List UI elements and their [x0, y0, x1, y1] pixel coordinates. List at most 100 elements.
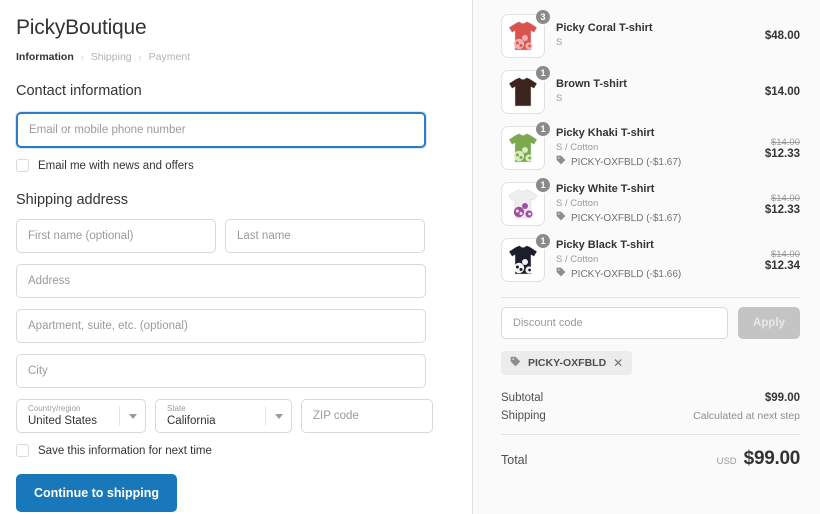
continue-to-shipping-button[interactable]: Continue to shipping	[16, 474, 177, 512]
item-name: Picky Black T-shirt	[556, 238, 757, 253]
item-variant: S	[556, 92, 757, 106]
checkout-form-column: PickyBoutique Information › Shipping › P…	[0, 0, 472, 514]
country-select-value: United States	[28, 415, 97, 427]
order-item-row: 1 Brown T-shirt S $14.00	[501, 64, 800, 120]
item-info: Picky White T-shirt S / Cotton PICKY-OXF…	[545, 182, 757, 226]
item-discount: PICKY-OXFBLD (-$1.66)	[556, 267, 757, 282]
item-discount: PICKY-OXFBLD (-$1.67)	[556, 211, 757, 226]
remove-discount-icon[interactable]: ✕	[613, 356, 623, 370]
divider	[501, 434, 800, 435]
page-title: PickyBoutique	[16, 16, 456, 40]
subtotal-row: Subtotal $99.00	[501, 389, 800, 407]
item-prices: $14.00 $12.33	[757, 193, 800, 216]
shipping-address-heading: Shipping address	[16, 192, 456, 208]
item-quantity-badge: 1	[535, 121, 551, 137]
order-items-list: 3 Picky Coral T-shirt S $48.00 1 Brown T…	[501, 8, 800, 288]
item-prices: $14.00 $12.34	[757, 249, 800, 272]
newsletter-checkbox[interactable]	[16, 159, 29, 172]
item-discounted-price: $12.34	[765, 260, 800, 272]
city-placeholder: City	[28, 365, 48, 377]
apartment-field[interactable]: Apartment, suite, etc. (optional)	[16, 309, 426, 343]
email-field-placeholder: Email or mobile phone number	[29, 124, 186, 136]
applied-discount-code: PICKY-OXFBLD	[528, 357, 606, 369]
item-variant: S / Cotton	[556, 141, 757, 155]
order-item-row: 3 Picky Coral T-shirt S $48.00	[501, 8, 800, 64]
checkout-page: PickyBoutique Information › Shipping › P…	[0, 0, 820, 514]
breadcrumb-item-shipping[interactable]: Shipping	[91, 51, 132, 63]
item-variant: S / Cotton	[556, 253, 757, 267]
item-price: $14.00	[765, 86, 800, 98]
save-info-checkbox[interactable]	[16, 444, 29, 457]
item-original-price: $14.00	[765, 249, 800, 260]
contact-information-heading: Contact information	[16, 83, 456, 99]
subtotal-value: $99.00	[765, 392, 800, 404]
item-name: Picky White T-shirt	[556, 182, 757, 197]
item-thumbnail-wrap: 1	[501, 70, 545, 114]
item-original-price: $14.00	[765, 137, 800, 148]
item-discount-text: PICKY-OXFBLD (-$1.66)	[571, 267, 681, 282]
country-select-label: Country/region	[28, 405, 97, 413]
state-select-value: California	[167, 415, 216, 427]
item-thumbnail-wrap: 1	[501, 238, 545, 282]
item-quantity-badge: 1	[535, 65, 551, 81]
zip-code-placeholder: ZIP code	[313, 410, 359, 422]
chevron-right-icon: ›	[81, 52, 84, 62]
zip-code-field[interactable]: ZIP code	[301, 399, 433, 433]
apply-discount-button[interactable]: Apply	[738, 307, 800, 339]
breadcrumb-item-information[interactable]: Information	[16, 51, 74, 63]
item-discounted-price: $12.33	[765, 148, 800, 160]
address-placeholder: Address	[28, 275, 70, 287]
total-value: $99.00	[744, 448, 800, 470]
state-select-label: State	[167, 405, 216, 413]
apartment-placeholder: Apartment, suite, etc. (optional)	[28, 320, 188, 332]
newsletter-checkbox-row[interactable]: Email me with news and offers	[16, 159, 456, 172]
item-prices: $48.00	[757, 30, 800, 42]
item-discount-text: PICKY-OXFBLD (-$1.67)	[571, 155, 681, 170]
item-info: Brown T-shirt S	[545, 77, 757, 106]
order-item-row: 1 Picky Black T-shirt S / Cotton PICKY-O…	[501, 232, 800, 288]
discount-code-input[interactable]: Discount code	[501, 307, 728, 339]
tag-icon	[510, 356, 521, 370]
last-name-field[interactable]: Last name	[225, 219, 425, 253]
address-field[interactable]: Address	[16, 264, 426, 298]
item-discount: PICKY-OXFBLD (-$1.67)	[556, 155, 757, 170]
total-label: Total	[501, 453, 527, 467]
shipping-label: Shipping	[501, 410, 546, 422]
item-quantity-badge: 3	[535, 9, 551, 25]
state-select[interactable]: State California	[155, 399, 292, 433]
breadcrumb-item-payment[interactable]: Payment	[149, 51, 190, 63]
order-summary-column: 3 Picky Coral T-shirt S $48.00 1 Brown T…	[472, 0, 820, 514]
applied-discount-chip: PICKY-OXFBLD ✕	[501, 351, 632, 375]
item-price: $48.00	[765, 30, 800, 42]
tag-icon	[556, 211, 566, 226]
item-discounted-price: $12.33	[765, 204, 800, 216]
chevron-down-icon[interactable]	[265, 406, 291, 426]
first-name-field[interactable]: First name (optional)	[16, 219, 216, 253]
save-info-checkbox-row[interactable]: Save this information for next time	[16, 444, 456, 457]
item-name: Brown T-shirt	[556, 77, 757, 92]
total-row: Total USD $99.00	[501, 444, 800, 470]
tag-icon	[556, 267, 566, 282]
item-thumbnail-wrap: 3	[501, 14, 545, 58]
item-variant: S / Cotton	[556, 197, 757, 211]
country-select[interactable]: Country/region United States	[16, 399, 146, 433]
discount-row: Discount code Apply	[501, 307, 800, 339]
discount-code-placeholder: Discount code	[513, 317, 583, 329]
totals-section: Subtotal $99.00 Shipping Calculated at n…	[501, 389, 800, 470]
last-name-placeholder: Last name	[237, 230, 291, 242]
item-variant: S	[556, 36, 757, 50]
email-field[interactable]: Email or mobile phone number	[16, 112, 426, 148]
chevron-down-icon[interactable]	[119, 406, 145, 426]
item-info: Picky Black T-shirt S / Cotton PICKY-OXF…	[545, 238, 757, 282]
chevron-right-icon: ›	[139, 52, 142, 62]
city-field[interactable]: City	[16, 354, 426, 388]
shipping-row: Shipping Calculated at next step	[501, 407, 800, 425]
shipping-value: Calculated at next step	[693, 410, 800, 422]
name-row: First name (optional) Last name	[16, 219, 456, 253]
total-currency: USD	[717, 456, 737, 467]
tag-icon	[556, 155, 566, 170]
item-thumbnail-wrap: 1	[501, 182, 545, 226]
item-info: Picky Coral T-shirt S	[545, 21, 757, 50]
region-row: Country/region United States State Calif…	[16, 399, 456, 433]
item-prices: $14.00	[757, 86, 800, 98]
